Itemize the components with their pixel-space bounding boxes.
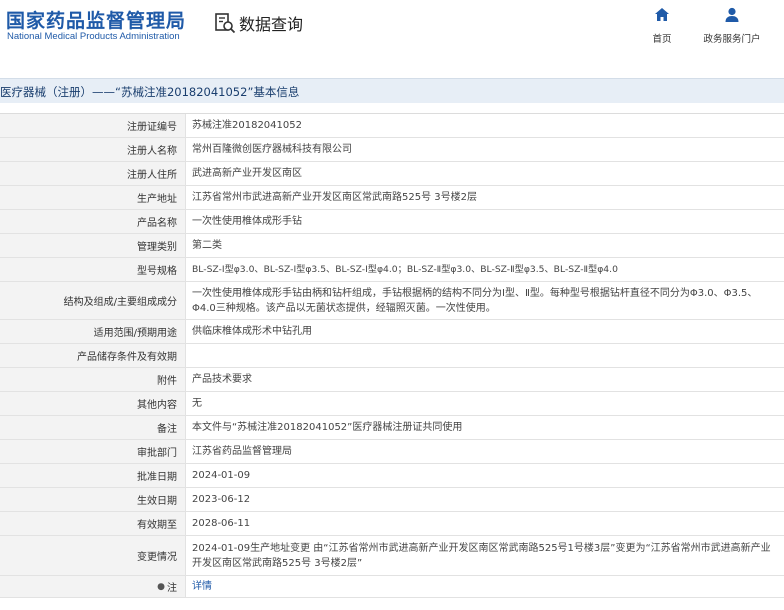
row-value: 2024-01-09 [192, 470, 251, 481]
row-value: 苏械注准20182041052 [192, 120, 302, 131]
row-value: 武进高新产业开发区南区 [192, 168, 302, 179]
table-row: 管理类别 第二类 [0, 234, 784, 258]
nav-home-label: 首页 [652, 34, 672, 45]
site-header: 国家药品监督管理局 National Medical Products Admi… [0, 0, 784, 76]
row-label: 结构及组成/主要组成成分 [0, 282, 186, 319]
data-query-label: 数据查询 [239, 15, 304, 34]
row-value: 常州百隆微创医疗器械科技有限公司 [192, 144, 352, 155]
table-row: 产品名称 一次性使用椎体成形手钻 [0, 210, 784, 234]
data-query-icon [215, 13, 236, 34]
row-value: 一次性使用椎体成形手钻由柄和钻杆组成，手钻根据柄的结构不同分为Ⅰ型、Ⅱ型。每种型… [192, 287, 758, 314]
row-label: 有效期至 [0, 512, 186, 535]
row-value: 无 [192, 398, 202, 409]
row-label: 型号规格 [0, 258, 186, 281]
row-label: 生产地址 [0, 186, 186, 209]
row-value: 产品技术要求 [192, 374, 252, 385]
row-label: 备注 [0, 416, 186, 439]
breadcrumb: 医疗器械（注册）——“苏械注准20182041052”基本信息 [0, 85, 300, 99]
row-value: 2023-06-12 [192, 494, 251, 505]
table-row: 适用范围/预期用途 供临床椎体成形术中钻孔用 [0, 320, 784, 344]
row-label: 管理类别 [0, 234, 186, 257]
row-label: 附件 [0, 368, 186, 391]
row-value: 第二类 [192, 240, 222, 251]
nav-service-portal-label: 政务服务门户 [703, 34, 761, 45]
table-row: 其他内容 无 [0, 392, 784, 416]
table-row: 型号规格 BL-SZ-Ⅰ型φ3.0、BL-SZ-Ⅰ型φ3.5、BL-SZ-Ⅰ型φ… [0, 258, 784, 282]
row-value: 一次性使用椎体成形手钻 [192, 216, 302, 227]
row-label: 产品名称 [0, 210, 186, 233]
row-label: 其他内容 [0, 392, 186, 415]
row-label: 注册人住所 [0, 162, 186, 185]
row-value: 江苏省药品监督管理局 [192, 446, 292, 457]
user-icon [725, 7, 739, 22]
row-value: 2028-06-11 [192, 518, 251, 529]
detail-table: 注册证编号 苏械注准20182041052 注册人名称 常州百隆微创医疗器械科技… [0, 113, 784, 598]
row-label: 生效日期 [0, 488, 186, 511]
row-label: 适用范围/预期用途 [0, 320, 186, 343]
row-label: 注册人名称 [0, 138, 186, 161]
row-value: 江苏省常州市武进高新产业开发区南区常武南路525号 3号楼2层 [192, 192, 477, 203]
pin-icon: ● [157, 581, 165, 592]
row-value [186, 344, 784, 367]
table-row: 注册人住所 武进高新产业开发区南区 [0, 162, 784, 186]
row-value: 供临床椎体成形术中钻孔用 [192, 326, 312, 337]
row-label: 变更情况 [0, 536, 186, 575]
row-label-note-text: 注 [167, 583, 177, 594]
table-row: 审批部门 江苏省药品监督管理局 [0, 440, 784, 464]
table-row: 生产地址 江苏省常州市武进高新产业开发区南区常武南路525号 3号楼2层 [0, 186, 784, 210]
row-value: 本文件与“苏械注准20182041052”医疗器械注册证共同使用 [192, 422, 463, 433]
table-row: 变更情况 2024-01-09生产地址变更 由“江苏省常州市武进高新产业开发区南… [0, 536, 784, 576]
site-logo-title[interactable]: 国家药品监督管理局 [6, 6, 186, 33]
home-icon [655, 8, 669, 21]
table-row: 附件 产品技术要求 [0, 368, 784, 392]
row-value: 2024-01-09生产地址变更 由“江苏省常州市武进高新产业开发区南区常武南路… [192, 542, 771, 569]
table-row: 注册人名称 常州百隆微创医疗器械科技有限公司 [0, 138, 784, 162]
details-link[interactable]: 详情 [186, 576, 784, 597]
table-row: 有效期至 2028-06-11 [0, 512, 784, 536]
row-label: 注册证编号 [0, 114, 186, 137]
table-row: 生效日期 2023-06-12 [0, 488, 784, 512]
site-logo-subtitle: National Medical Products Administration [7, 31, 180, 42]
table-row: 产品储存条件及有效期 [0, 344, 784, 368]
table-row: 备注 本文件与“苏械注准20182041052”医疗器械注册证共同使用 [0, 416, 784, 440]
row-label: 审批部门 [0, 440, 186, 463]
row-label: 批准日期 [0, 464, 186, 487]
table-row: ● 注 详情 [0, 576, 784, 598]
breadcrumb-bar: 医疗器械（注册）——“苏械注准20182041052”基本信息 [0, 78, 784, 103]
nav-home[interactable]: 首页 [632, 6, 692, 46]
row-value: BL-SZ-Ⅰ型φ3.0、BL-SZ-Ⅰ型φ3.5、BL-SZ-Ⅰ型φ4.0；B… [192, 264, 618, 275]
table-row: 批准日期 2024-01-09 [0, 464, 784, 488]
table-row: 结构及组成/主要组成成分 一次性使用椎体成形手钻由柄和钻杆组成，手钻根据柄的结构… [0, 282, 784, 320]
data-query-link[interactable]: 数据查询 [214, 11, 303, 35]
row-label-note: ● 注 [0, 576, 186, 597]
row-label: 产品储存条件及有效期 [0, 344, 186, 367]
table-row: 注册证编号 苏械注准20182041052 [0, 114, 784, 138]
nav-service-portal[interactable]: 政务服务门户 [702, 6, 762, 46]
